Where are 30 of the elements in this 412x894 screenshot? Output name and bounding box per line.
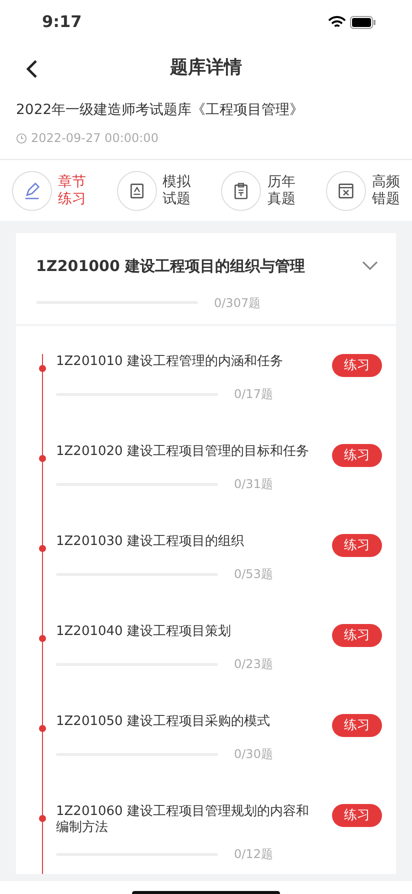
practice-button[interactable]: 练习 <box>332 804 382 827</box>
exam-date: 2022-09-27 00:00:00 <box>31 130 158 147</box>
section-title: 1Z201040 建设工程项目策划 <box>56 624 231 640</box>
chapter-header[interactable]: 1Z201000 建设工程项目的组织与管理 0/307题 <box>16 233 396 324</box>
chevron-down-icon[interactable] <box>362 261 378 272</box>
question-count: 0/17题 <box>234 386 273 403</box>
question-count: 0/23题 <box>234 656 273 673</box>
section-title: 1Z201020 建设工程项目管理的目标和任务 <box>56 444 309 460</box>
practice-button[interactable]: 练习 <box>332 444 382 467</box>
question-count: 0/307题 <box>214 294 261 312</box>
status-time: 9:17 <box>42 11 82 33</box>
page-title: 题库详情 <box>170 56 242 80</box>
exam-title: 2022年一级建造师考试题库《工程项目管理》 <box>15 101 305 120</box>
question-count: 0/53题 <box>234 566 273 583</box>
section-title: 1Z201010 建设工程管理的内涵和任务 <box>56 354 283 370</box>
chapter-title: 1Z201000 建设工程项目的组织与管理 <box>36 256 306 277</box>
question-count: 0/31题 <box>234 476 273 493</box>
practice-button[interactable]: 练习 <box>332 714 382 737</box>
question-count: 0/12题 <box>234 846 273 864</box>
clock-icon <box>16 132 27 144</box>
practice-button[interactable]: 练习 <box>332 624 382 647</box>
section-title: 1Z201050 建设工程项目采购的模式 <box>56 714 270 730</box>
wifi-icon <box>328 16 346 28</box>
practice-button[interactable]: 练习 <box>332 354 382 377</box>
question-count: 0/30题 <box>234 746 273 763</box>
battery-icon <box>350 16 376 28</box>
x-document-icon <box>336 180 356 200</box>
section-title: 1Z201030 建设工程项目的组织 <box>56 534 244 550</box>
practice-button[interactable]: 练习 <box>332 534 382 557</box>
section-title: 1Z201060 建设工程项目管理规划的内容和编制方法 <box>56 804 310 838</box>
